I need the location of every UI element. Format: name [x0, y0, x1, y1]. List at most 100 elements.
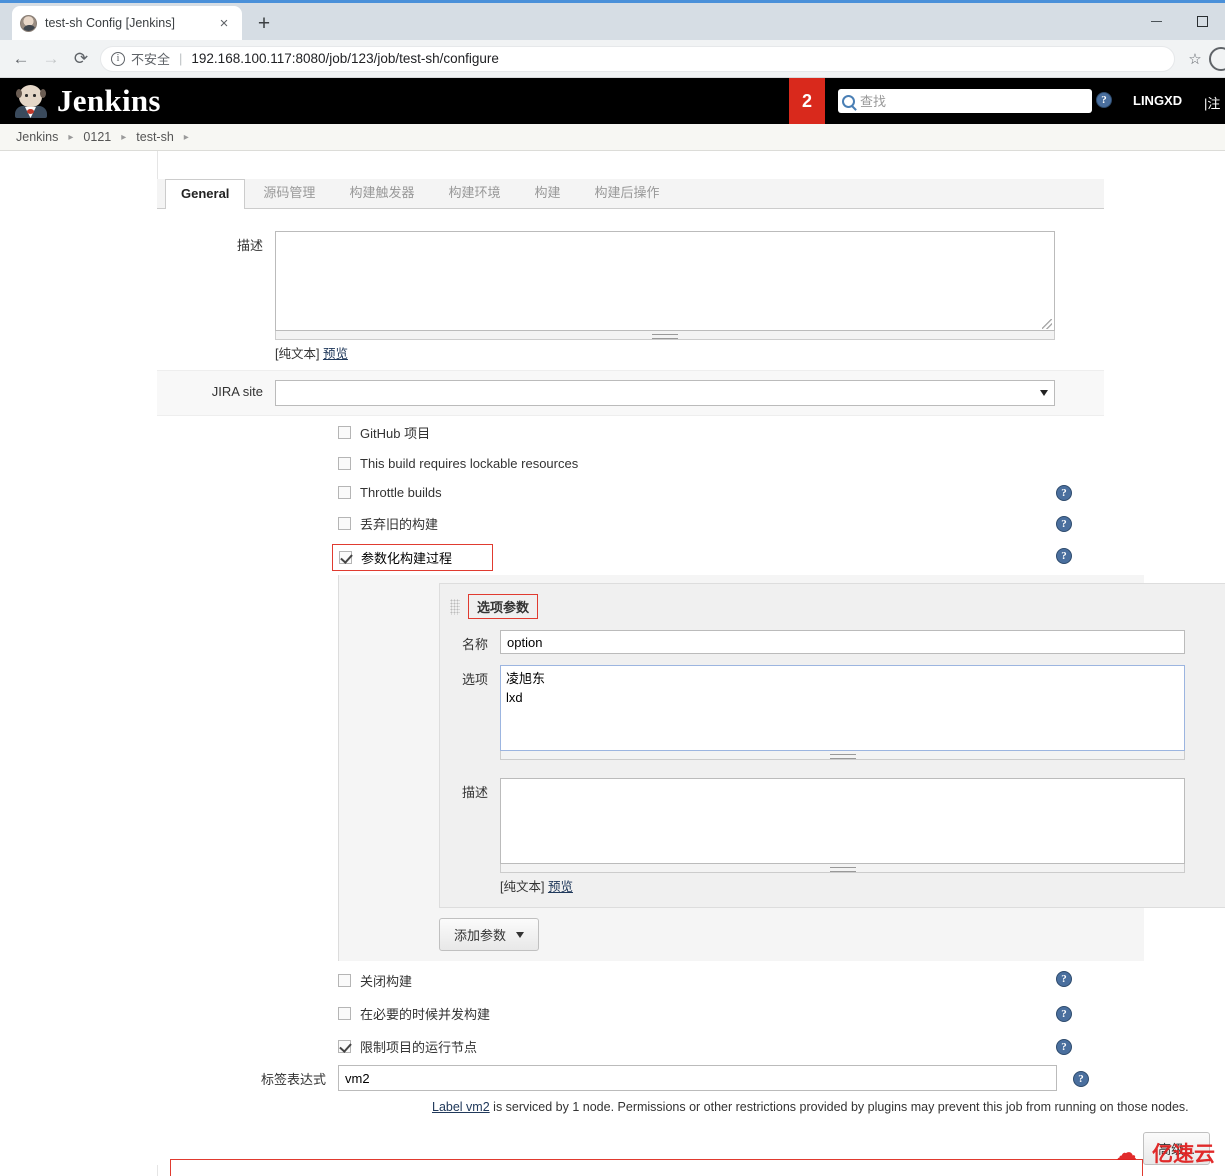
help-button-label-expression[interactable]: ? [1058, 1065, 1104, 1091]
help-icon[interactable]: ? [1056, 971, 1072, 987]
tab-source-code-management[interactable]: 源码管理 [247, 175, 331, 208]
chevron-down-icon[interactable] [1040, 390, 1048, 396]
tab-build-triggers[interactable]: 构建触发器 [333, 175, 430, 208]
bookmark-star-icon[interactable]: ☆ [1181, 50, 1209, 68]
checkbox-label-disable-build: 关闭构建 [360, 974, 413, 989]
parameter-name-row: 名称 ? [440, 630, 1225, 654]
checkbox-github-project[interactable] [338, 426, 351, 439]
close-icon[interactable]: × [214, 16, 234, 31]
jenkins-home-link[interactable]: Jenkins [0, 83, 161, 119]
browser-tab[interactable]: test-sh Config [Jenkins] × [12, 6, 242, 40]
maximize-icon[interactable] [1179, 3, 1225, 40]
label-help-text: Label vm2 is serviced by 1 node. Permiss… [432, 1099, 1192, 1116]
preview-link[interactable]: 预览 [548, 880, 573, 894]
add-parameter-button[interactable]: 添加参数 [439, 918, 540, 951]
logout-link[interactable]: |注 [1204, 93, 1220, 112]
search-input[interactable] [858, 92, 1078, 110]
help-icon[interactable]: ? [1056, 484, 1072, 501]
help-button-disable-build[interactable]: ? [1056, 971, 1072, 987]
jira-site-label: JIRA site [211, 384, 263, 399]
checkbox-concurrent-build[interactable] [338, 1007, 351, 1020]
checkbox-row-throttle-builds[interactable]: Throttle builds ? [157, 478, 1104, 507]
breadcrumb-item-jenkins[interactable]: Jenkins [16, 130, 58, 144]
parameter-name-label: 名称 [461, 637, 488, 652]
general-panel: 描述 [纯文本] 预览 JIRA site GitHub 项目 This bui… [157, 209, 1225, 1165]
add-parameter-wrap: 添加参数 [439, 918, 1144, 951]
description-field: [纯文本] 预览 [275, 231, 1104, 362]
checkbox-label-parameterized-build: 参数化构建过程 [361, 551, 453, 566]
minimize-icon[interactable] [1133, 3, 1179, 40]
help-icon[interactable]: ? [1056, 1038, 1072, 1055]
label-help-link[interactable]: Label vm2 [432, 1100, 490, 1114]
parameter-description-resize-handle[interactable] [500, 864, 1185, 873]
label-expression-row: 标签表达式 ? [157, 1063, 1104, 1099]
jira-site-field [275, 380, 1104, 406]
checkbox-lockable-resources[interactable] [338, 457, 351, 470]
jira-site-select[interactable] [275, 380, 1055, 406]
parameter-description-markup-note: [纯文本] 预览 [500, 876, 1185, 895]
help-icon[interactable]: ? [1056, 1005, 1072, 1022]
help-button-concurrent-build[interactable]: ? [1056, 1005, 1072, 1022]
checkbox-row-disable-build[interactable]: 关闭构建 ? [157, 961, 1104, 997]
checkbox-row-lockable-resources[interactable]: This build requires lockable resources [157, 449, 1104, 478]
checkbox-disable-build[interactable] [338, 974, 351, 987]
description-row: 描述 [纯文本] 预览 [157, 209, 1104, 370]
help-icon[interactable]: ? [1056, 548, 1072, 564]
tab-build[interactable]: 构建 [518, 175, 576, 208]
config-page: General 源码管理 构建触发器 构建环境 构建 构建后操作 描述 [纯文本… [0, 151, 1225, 1176]
jenkins-favicon-icon [20, 14, 37, 32]
label-expression-label: 标签表达式 [260, 1072, 326, 1087]
parameter-description-textarea[interactable] [500, 778, 1185, 864]
preview-link[interactable]: 预览 [323, 347, 348, 361]
parameter-name-input[interactable] [500, 630, 1185, 654]
choices-resize-handle[interactable] [500, 751, 1185, 760]
search-box[interactable] [838, 89, 1092, 113]
parameter-type-title: 选项参数 [468, 594, 539, 619]
checkbox-parameterized-build[interactable] [339, 551, 352, 564]
chevron-down-icon[interactable] [516, 931, 525, 938]
parameter-choices-textarea[interactable] [500, 665, 1185, 751]
checkbox-row-concurrent-build[interactable]: 在必要的时候并发构建 ? [157, 997, 1104, 1030]
notification-badge[interactable]: 2 [789, 78, 825, 124]
breadcrumb-separator: ▸ [68, 131, 74, 143]
parameterized-build-highlight[interactable]: 参数化构建过程 [332, 544, 494, 571]
header-help-button[interactable]: ? [1096, 92, 1112, 108]
user-menu[interactable]: LINGXD [1133, 93, 1182, 108]
tab-general[interactable]: General [165, 179, 246, 209]
description-textarea[interactable] [275, 231, 1055, 331]
forward-icon[interactable]: → [36, 44, 66, 74]
new-tab-button[interactable]: + [250, 13, 278, 34]
back-icon[interactable]: ← [6, 44, 36, 74]
breadcrumb-item-0121[interactable]: 0121 [83, 130, 111, 144]
breadcrumb-item-test-sh[interactable]: test-sh [136, 130, 174, 144]
parameter-header: 选项参数 X ? [440, 594, 1225, 619]
label-expression-field [338, 1065, 1058, 1091]
checkbox-restrict-node[interactable] [338, 1040, 351, 1053]
parameter-choices-row: 选项 ? [440, 665, 1225, 760]
tab-build-environment[interactable]: 构建环境 [432, 175, 516, 208]
description-markup-note: [纯文本] 预览 [275, 343, 1104, 362]
help-button-throttle-builds[interactable]: ? [1056, 484, 1072, 501]
resize-corner-icon[interactable] [1042, 319, 1052, 329]
checkbox-label-github-project: GitHub 项目 [360, 426, 431, 441]
label-expression-input[interactable] [338, 1065, 1057, 1091]
help-button-restrict-node[interactable]: ? [1056, 1038, 1072, 1055]
drag-handle-icon[interactable] [450, 598, 460, 615]
help-button-parameterized-build[interactable]: ? [1056, 548, 1072, 564]
checkbox-row-github-project[interactable]: GitHub 项目 [157, 416, 1104, 449]
checkbox-throttle-builds[interactable] [338, 486, 351, 499]
profile-avatar-icon[interactable] [1209, 46, 1225, 71]
tab-post-build-actions[interactable]: 构建后操作 [578, 175, 675, 208]
url-separator: | [179, 51, 183, 66]
help-icon[interactable]: ? [1073, 1071, 1089, 1087]
help-icon[interactable]: ? [1096, 92, 1112, 108]
help-button-discard-old-builds[interactable]: ? [1056, 515, 1072, 532]
checkbox-row-discard-old-builds[interactable]: 丢弃旧的构建 ? [157, 507, 1104, 540]
help-icon[interactable]: ? [1056, 515, 1072, 532]
checkbox-discard-old-builds[interactable] [338, 517, 351, 530]
checkbox-row-restrict-node[interactable]: 限制项目的运行节点 ? [157, 1030, 1104, 1063]
reload-icon[interactable]: ⟳ [66, 44, 96, 74]
address-bar[interactable]: i 不安全 | 192.168.100.117:8080/job/123/job… [100, 45, 1175, 72]
site-info-icon[interactable]: i [111, 51, 125, 66]
description-resize-handle[interactable] [275, 319, 1055, 340]
